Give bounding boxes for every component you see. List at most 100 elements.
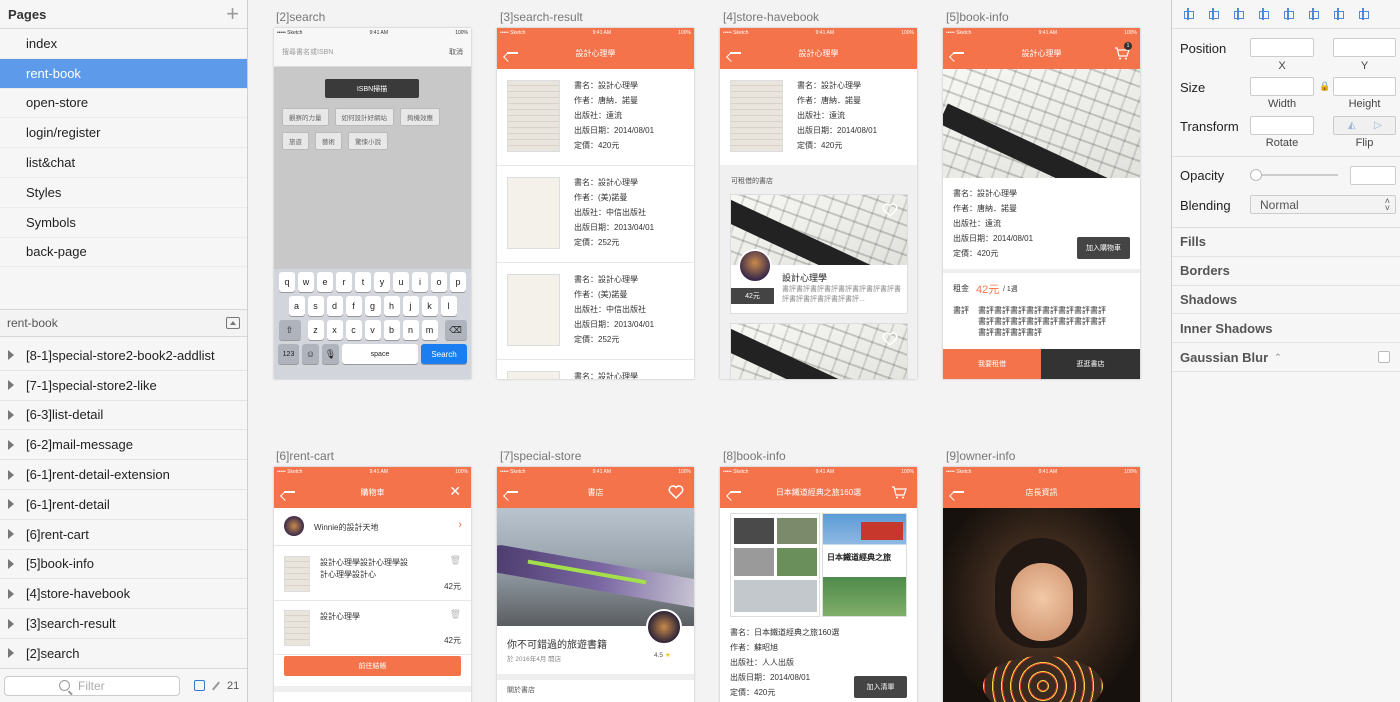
rotate-field[interactable] [1250, 116, 1314, 135]
artboard-store-havebook[interactable]: ••••• Sketch 9:41 AM 100% 設計心理學 書名：設計心理學 作者… [720, 28, 917, 379]
page-item[interactable]: Styles [0, 178, 247, 208]
key[interactable]: q [279, 272, 295, 292]
align-right-icon[interactable] [1282, 8, 1294, 20]
y-field[interactable] [1333, 38, 1396, 57]
artboard-label-search[interactable]: [2]search [276, 10, 325, 24]
key[interactable]: e [317, 272, 333, 292]
close-icon[interactable]: ✕ [449, 484, 461, 498]
page-item[interactable]: rent-book [0, 58, 247, 89]
key[interactable]: c [345, 320, 362, 340]
chevron-updown-icon[interactable]: ⌃ [1274, 352, 1282, 363]
key[interactable]: a [288, 296, 305, 316]
search-tag[interactable]: 驚悚小說 [348, 132, 388, 150]
chevron-right-icon[interactable]: › [458, 519, 462, 531]
cart-icon[interactable] [891, 485, 907, 499]
artboard-owner-info[interactable]: ••••• Sketch 9:41 AM 100% 店長資訊 [943, 467, 1140, 702]
store-row[interactable]: Winnie的設計天地 › [274, 508, 471, 546]
artboard-label-owner-info[interactable]: [9]owner-info [946, 449, 1015, 463]
section-gaussian-blur[interactable]: Gaussian Blur ⌃ [1172, 343, 1400, 372]
artboard-book-info[interactable]: ••••• Sketch 9:41 AM 100% 設計心理學 1 書名：設計心理學… [943, 28, 1140, 379]
key[interactable]: b [383, 320, 400, 340]
heart-icon[interactable] [882, 203, 898, 217]
edited-layers-icon[interactable] [212, 681, 220, 690]
layer-item[interactable]: [6-1]rent-detail [0, 490, 247, 520]
collapse-pages-icon[interactable] [226, 317, 240, 329]
shift-key-icon[interactable]: ⇧ [278, 320, 301, 340]
key-space[interactable]: space [342, 344, 418, 364]
disclosure-triangle-icon[interactable] [8, 588, 14, 599]
key[interactable]: s [307, 296, 324, 316]
key[interactable]: k [421, 296, 438, 316]
artboard-search[interactable]: ••••• Sketch 9:41 AM 100% 搜尋書名或ISBN 取消 ISB… [274, 28, 471, 379]
x-field[interactable] [1250, 38, 1314, 57]
key[interactable]: p [450, 272, 466, 292]
opacity-slider[interactable] [1255, 174, 1338, 176]
layer-item[interactable]: [8-1]special-store2-book2-addlist [0, 341, 247, 371]
key[interactable]: v [364, 320, 381, 340]
width-field[interactable] [1250, 77, 1314, 96]
disclosure-triangle-icon[interactable] [8, 469, 14, 480]
artboard-label-search-result[interactable]: [3]search-result [500, 10, 583, 24]
align-left-icon[interactable] [1232, 8, 1244, 20]
disclosure-triangle-icon[interactable] [8, 350, 14, 361]
search-input[interactable]: 搜尋書名或ISBN [282, 47, 333, 57]
back-arrow-icon[interactable] [953, 487, 964, 496]
key[interactable]: u [393, 272, 409, 292]
cart-item[interactable]: 設計心理學設計心理學設計心理學設計心 🗑 42元 [274, 547, 471, 601]
search-tag[interactable]: 如何設計好網站 [334, 108, 394, 126]
search-tag[interactable]: 觀察的力量 [282, 108, 329, 126]
artboard-label-book-info[interactable]: [5]book-info [946, 10, 1009, 24]
distribute-horizontal-icon[interactable] [1182, 8, 1194, 20]
layer-item[interactable]: [6]rent-cart [0, 520, 247, 550]
artboard-label-book-info-8[interactable]: [8]book-info [723, 449, 786, 463]
artboard-search-result[interactable]: ••••• Sketch 9:41 AM 100% 設計心理學 書名：設計心理學 作者… [497, 28, 694, 379]
key[interactable]: h [383, 296, 400, 316]
back-arrow-icon[interactable] [507, 487, 518, 496]
layer-item[interactable]: [6-3]list-detail [0, 401, 247, 431]
align-top-icon[interactable] [1307, 8, 1319, 20]
trash-icon[interactable]: 🗑 [450, 609, 461, 620]
key[interactable]: x [326, 320, 343, 340]
key[interactable]: i [412, 272, 428, 292]
lock-ratio-icon[interactable]: 🔒 [1319, 81, 1330, 92]
search-tag[interactable]: 旅遊 [282, 132, 309, 150]
rent-button[interactable]: 我要租借 [943, 349, 1041, 379]
back-arrow-icon[interactable] [953, 48, 964, 57]
disclosure-triangle-icon[interactable] [8, 439, 14, 450]
disclosure-triangle-icon[interactable] [8, 380, 14, 391]
disclosure-triangle-icon[interactable] [8, 409, 14, 420]
key[interactable]: n [402, 320, 419, 340]
back-arrow-icon[interactable] [507, 48, 518, 57]
opacity-field[interactable] [1350, 166, 1396, 185]
trash-icon[interactable]: 🗑 [450, 555, 461, 566]
flip-horizontal-icon[interactable]: ◭ [1348, 120, 1356, 131]
isbn-scan-button[interactable]: ISBN掃描 [325, 79, 419, 98]
browse-store-button[interactable]: 逛逛書店 [1041, 349, 1140, 379]
artboard-label-special-store[interactable]: [7]special-store [500, 449, 581, 463]
key-search[interactable]: Search [421, 344, 467, 364]
artboard-special-store[interactable]: ••••• Sketch 9:41 AM 100% 書店 你不可錯過的旅遊書籍 於 … [497, 467, 694, 702]
align-middle-icon[interactable] [1332, 8, 1344, 20]
back-arrow-icon[interactable] [730, 487, 741, 496]
search-tag[interactable]: 夠機效應 [400, 108, 440, 126]
store-card[interactable]: 設計心理學 書評書評書評書評書評書評書評書評書評書評書評書評書評書評... 42… [730, 194, 908, 314]
ios-keyboard[interactable]: qwertyuiop asdfghjkl ⇧ z x c v b n m ⌫ 123 ☺ 🎙 s… [274, 269, 471, 379]
key[interactable]: y [374, 272, 390, 292]
layer-item[interactable]: [5]book-info [0, 550, 247, 580]
layer-item[interactable]: [6-1]rent-detail-extension [0, 460, 247, 490]
back-arrow-icon[interactable] [284, 487, 295, 496]
key[interactable]: o [431, 272, 447, 292]
search-tag[interactable]: 藝術 [315, 132, 342, 150]
heart-icon[interactable] [668, 485, 684, 499]
artboard-label-rent-cart[interactable]: [6]rent-cart [276, 449, 334, 463]
blur-checkbox[interactable] [1378, 351, 1390, 364]
page-item[interactable]: Symbols [0, 208, 247, 238]
cart-item[interactable]: 設計心理學 🗑 42元 [274, 601, 471, 655]
opacity-slider-knob[interactable] [1250, 169, 1262, 181]
key[interactable]: f [345, 296, 362, 316]
align-bottom-icon[interactable] [1357, 8, 1369, 20]
page-item[interactable]: open-store [0, 89, 247, 119]
page-item[interactable]: login/register [0, 118, 247, 149]
layer-item[interactable]: [2]search [0, 639, 247, 669]
flip-vertical-icon[interactable]: ▷ [1374, 120, 1382, 131]
